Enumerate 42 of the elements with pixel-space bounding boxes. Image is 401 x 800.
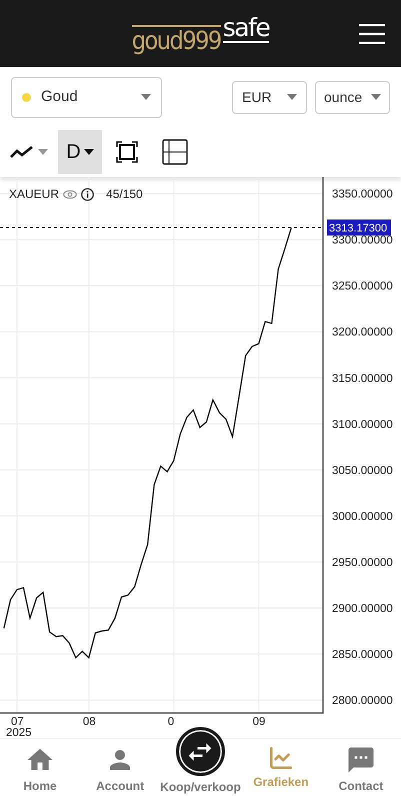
y-axis-label: 3100.00000 [332, 418, 393, 431]
x-axis-label: 08 [82, 716, 96, 728]
bar-count: 45/150 [106, 186, 143, 203]
caret-icon [371, 94, 381, 100]
interval-button[interactable]: D [58, 130, 102, 174]
x-axis-year: 2025 [6, 727, 32, 738]
unit-dropdown[interactable]: ounce [315, 80, 390, 114]
y-axis-label: 3300.00000 [332, 234, 393, 247]
currency-dropdown[interactable]: EUR [232, 80, 307, 114]
nav-item[interactable]: Koop/verkoop [160, 727, 241, 796]
y-axis-label: 3250.00000 [332, 280, 393, 293]
caret-icon [84, 149, 94, 155]
y-axis-label: 3000.00000 [332, 510, 393, 523]
y-axis-label: 2800.00000 [332, 695, 393, 708]
y-axis-label: 3050.00000 [332, 464, 393, 477]
crosshair-icon[interactable] [162, 139, 188, 165]
y-axis-label: 3350.00000 [332, 188, 393, 201]
nav-item[interactable]: Home [0, 745, 80, 795]
nav-item[interactable]: Contact [320, 745, 401, 795]
x-axis-label: 0 [168, 716, 174, 728]
symbol-label: XAUEUR [9, 186, 60, 203]
last-price-tag: 3313.17300 [327, 220, 391, 236]
chart-icon [268, 745, 294, 771]
caret-icon [141, 94, 151, 100]
x-axis-label: 07 [10, 716, 24, 728]
menu-icon[interactable] [359, 24, 385, 44]
info-icon[interactable] [81, 188, 94, 200]
line-chart-icon [10, 145, 34, 159]
chat-icon [346, 745, 376, 775]
y-axis-label: 2900.00000 [332, 603, 393, 615]
y-axis-label: 2950.00000 [332, 556, 393, 569]
ref-line-label: 3313.17300 [329, 222, 388, 234]
y-axis-label: 2850.00000 [332, 649, 393, 662]
asset-dropdown[interactable]: Goud [11, 76, 162, 118]
logo[interactable]: goud999safe [132, 14, 270, 52]
x-axis-label: 09 [252, 716, 266, 728]
caret-icon [287, 94, 297, 100]
nav-item[interactable]: Account [80, 745, 160, 795]
caret-icon [38, 149, 48, 155]
y-axis-label: 3200.00000 [332, 326, 393, 339]
y-axis-label: 3150.00000 [332, 372, 393, 385]
fullscreen-icon[interactable] [116, 141, 138, 163]
